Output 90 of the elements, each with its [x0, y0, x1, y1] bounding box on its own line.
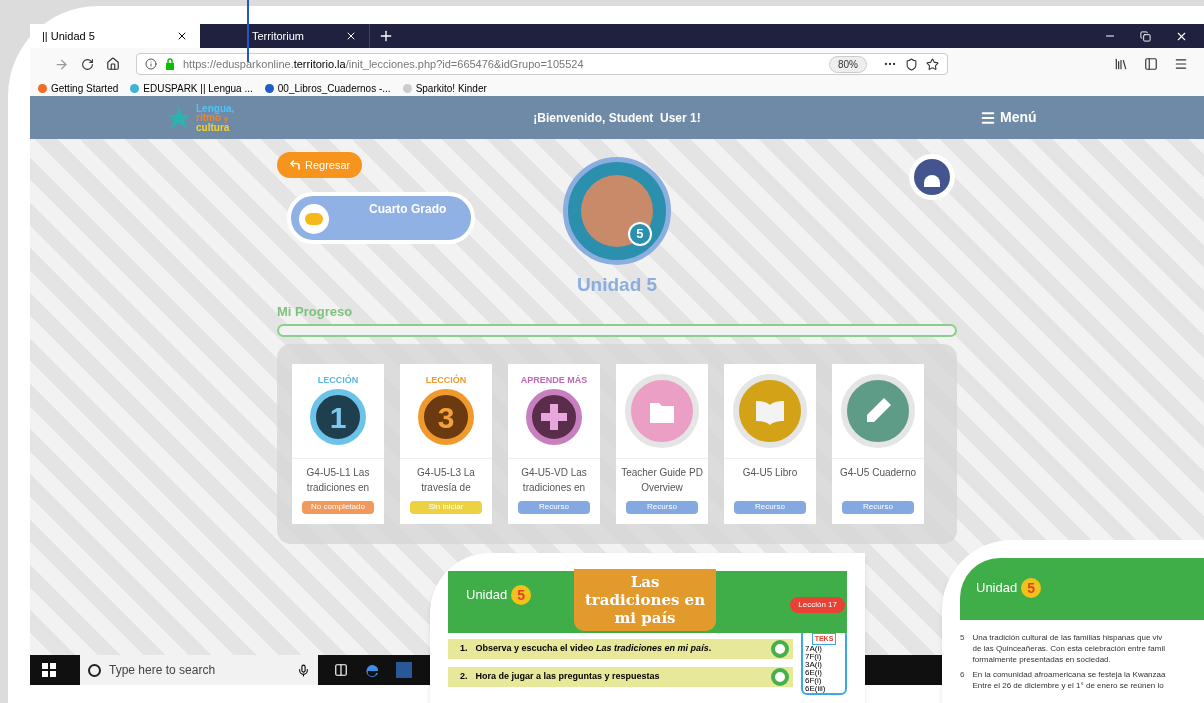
bookmark-icon: [402, 83, 412, 93]
card-title: Teacher Guide PD Overview: [620, 465, 704, 495]
paragraph-number: 6: [960, 669, 965, 681]
plus-icon: [541, 404, 567, 430]
info-icon: [145, 58, 157, 70]
address-bar[interactable]: https://edusparkonline.territorio.la/init_lecciones.php?id=665476&idGrupo=105524 80%: [136, 53, 948, 75]
resource-card[interactable]: G4-U5 Libro Recurso: [724, 363, 816, 524]
bookmark-icon: [264, 83, 274, 93]
status-badge: Sin iniciar: [410, 500, 482, 514]
teks-code: 3A(i): [805, 661, 822, 669]
progress-label: Mi Progreso: [277, 303, 354, 321]
resource-card[interactable]: LECCIÓN 3 G4-U5-L3 La travesía de Sin iniciar: [400, 363, 492, 524]
menu-button[interactable]: Menú: [980, 107, 1037, 128]
card-title: G4-U5-VD Las tradiciones en: [520, 465, 588, 495]
search-icon: [88, 663, 101, 677]
bookmark-icon: [130, 83, 140, 93]
unit-label: Unidad 5: [976, 578, 1042, 598]
lesson-emblem: 1: [310, 389, 366, 445]
paragraph-number: 5: [960, 632, 965, 644]
microphone-icon[interactable]: [297, 663, 310, 677]
bookmark-link[interactable]: Getting Started: [38, 80, 119, 96]
zoom-badge[interactable]: 80%: [829, 55, 867, 73]
card-title: G4-U5-L1 Las tradiciones en: [305, 465, 371, 495]
bookmark-link[interactable]: 00_Libros_Cuadernos -...: [264, 80, 391, 96]
step-text: Hora de jugar a las preguntas y respuestas: [475, 670, 660, 684]
lesson-title: Las tradiciones en mi país: [574, 569, 716, 631]
taskbar-search-box[interactable]: Type here to search: [80, 655, 318, 685]
teks-code: 7A(i): [805, 645, 822, 653]
status-badge: Recurso: [734, 500, 806, 514]
step-number: 2.: [460, 670, 468, 684]
status-badge: Recurso: [518, 500, 590, 514]
lesson-emblem: 3: [418, 389, 474, 445]
home-icon[interactable]: [106, 57, 120, 71]
welcome-text: ¡Bienvenido, Student User 1!: [532, 109, 702, 127]
photo-placeholder: [581, 175, 653, 247]
unit-title: Unidad 5: [576, 273, 658, 297]
lesson-badge: Lección 17: [790, 597, 845, 613]
card-title: G4-U5 Libro: [741, 465, 799, 480]
status-badge: Recurso: [626, 500, 698, 514]
paragraph: En la comunidad afroamericana se festeja la Kwanzaa Entre el 26 de diciembre y el 1° de enero se reúnen lo: [972, 669, 1166, 691]
resource-card[interactable]: G4-U5 Cuaderno Recurso: [832, 363, 924, 524]
sidebar-icon[interactable]: [1144, 57, 1158, 71]
resource-card[interactable]: Teacher Guide PD Overview Recurso: [616, 363, 708, 524]
menu-icon: [980, 109, 997, 126]
card-title: G4-U5 Cuaderno: [838, 465, 918, 480]
step-number: 1.: [460, 642, 468, 656]
art-label: APRENDE MÁS: [520, 376, 588, 385]
shield-icon[interactable]: [905, 57, 918, 71]
library-icon[interactable]: [1114, 57, 1128, 71]
step-text: Observa y escucha el video Las tradiciones en mi país.: [475, 642, 712, 656]
close-icon[interactable]: [176, 30, 188, 42]
restore-icon[interactable]: [1140, 30, 1151, 42]
reload-icon[interactable]: [81, 57, 94, 71]
windows-icon[interactable]: [42, 663, 56, 677]
card-title: G4-U5-L3 La travesía de: [416, 465, 476, 495]
annotation-line: [247, 0, 249, 62]
browser-tab[interactable]: || Unidad 5: [30, 24, 200, 48]
forward-icon[interactable]: [54, 56, 69, 72]
logo-text: Lengua,: [196, 103, 235, 113]
lock-icon: [165, 58, 175, 70]
paragraph: Una tradición cultural de las familias hispanas que viv de las Quinceañeras. Con esta celebración entre famil formalmente presentadas en sociedad.: [972, 632, 1165, 665]
resource-card[interactable]: LECCIÓN 1 G4-U5-L1 Las tradiciones en No completado: [292, 363, 384, 524]
status-badge: Recurso: [842, 500, 914, 514]
unit-number-badge: 5: [1021, 578, 1042, 598]
art-label: LECCIÓN: [317, 376, 359, 385]
observatory-icon[interactable]: [909, 154, 955, 200]
close-icon[interactable]: [345, 30, 357, 42]
teks-code: 7F(i): [805, 653, 822, 661]
url-text: https://edusparkonline.territorio.la/init_lecciones.php?id=665476&idGrupo=105524: [183, 56, 584, 72]
logo-text: ritmo y: [196, 112, 229, 123]
resource-card[interactable]: APRENDE MÁS G4-U5-VD Las tradiciones en Recurso: [508, 363, 600, 524]
bookmark-icon: [38, 83, 47, 93]
search-field[interactable]: Type here to search: [109, 661, 289, 679]
art-label: LECCIÓN: [425, 376, 467, 385]
teks-code: 6F(i): [805, 677, 822, 685]
unit-label: Unidad 5: [466, 585, 532, 605]
unit-number-badge: 5: [511, 585, 532, 605]
browser-icon[interactable]: [364, 662, 380, 678]
star-icon[interactable]: [926, 57, 939, 71]
back-arrow-icon: [289, 159, 301, 171]
logo-text: cultura: [196, 122, 231, 132]
menu-icon[interactable]: [1174, 57, 1188, 71]
teks-code: 6E(i): [805, 669, 822, 677]
new-tab-icon[interactable]: [378, 28, 394, 44]
task-view-icon[interactable]: [334, 663, 348, 677]
status-badge: No completado: [302, 500, 374, 514]
bookmark-link[interactable]: Sparkito! Kinder: [402, 80, 487, 96]
bookmark-link[interactable]: EDUSPARK || Lengua ...: [130, 80, 253, 96]
grade-label: Cuarto Grado: [369, 201, 447, 218]
teks-code: 6E(iii): [805, 685, 826, 693]
